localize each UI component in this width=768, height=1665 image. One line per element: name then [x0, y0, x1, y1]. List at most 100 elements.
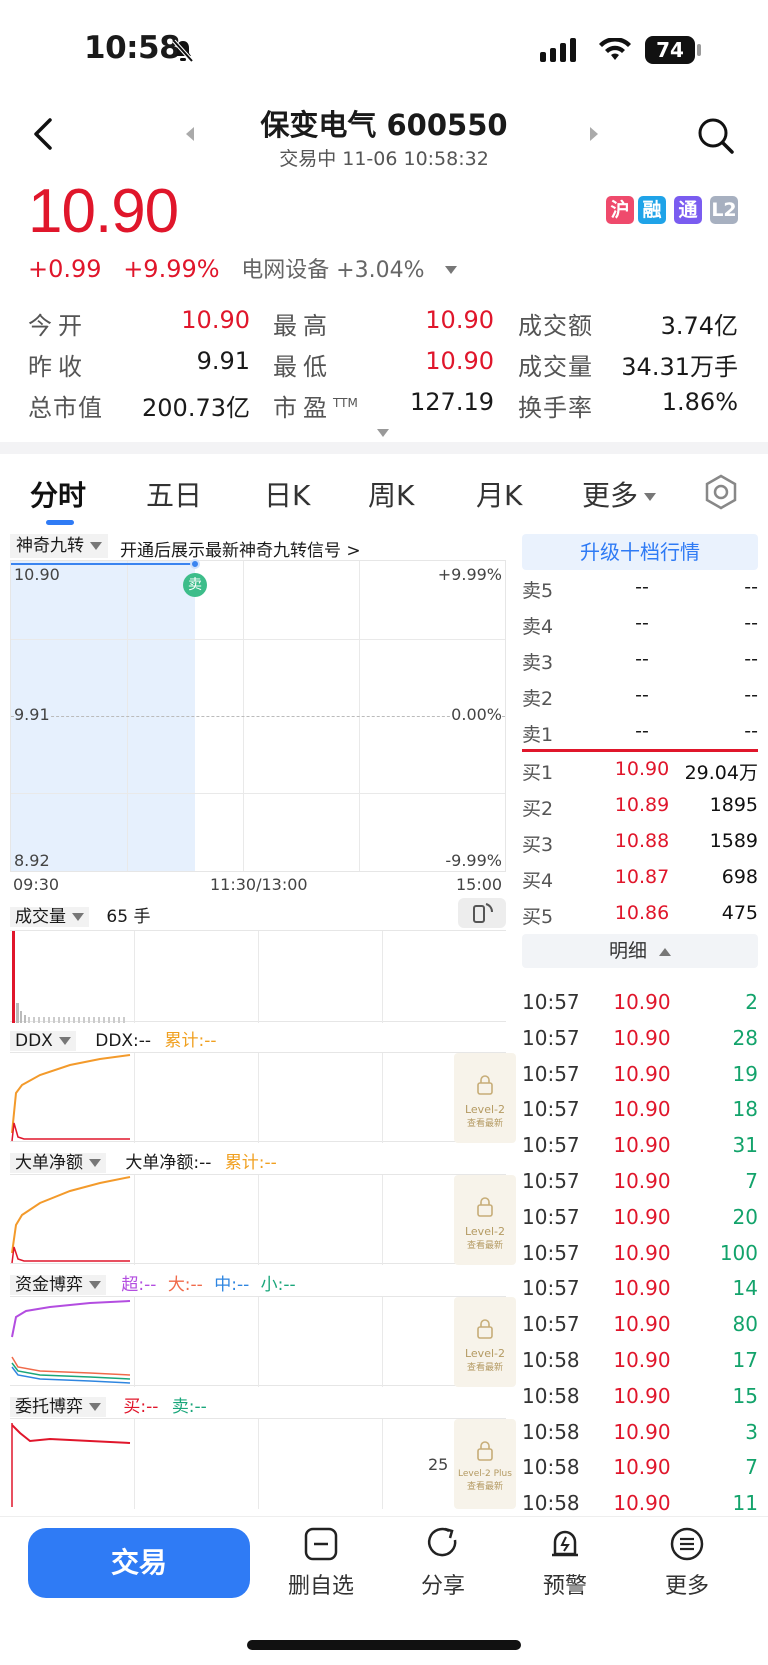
stat-label: 昨收	[28, 353, 88, 381]
tick-time: 10:57	[522, 1025, 580, 1050]
sell-marker[interactable]: 卖	[183, 573, 207, 597]
volume-bar	[20, 1011, 22, 1023]
lock-icon	[477, 1441, 493, 1461]
volume-value: 65 手	[106, 907, 151, 927]
indicator-hint[interactable]: 开通后展示最新神奇九转信号 >	[120, 536, 361, 561]
ask-row[interactable]: 卖3 -- --	[522, 642, 758, 678]
ask-row[interactable]: 卖5 -- --	[522, 570, 758, 606]
remove-watchlist-button[interactable]: 删自选	[276, 1526, 366, 1600]
stat-value: 10.90	[181, 306, 250, 334]
lock-title: Level-2	[464, 1225, 505, 1238]
ask-row[interactable]: 卖4 -- --	[522, 606, 758, 642]
pct-bottom-label: -9.99%	[445, 851, 502, 870]
upgrade-button[interactable]: 升级十档行情	[522, 534, 758, 570]
level2-lock[interactable]: Level-2 查看最新	[454, 1175, 516, 1265]
bid-row[interactable]: 买5 10.86 475	[522, 896, 758, 932]
price-chart[interactable]: 卖 10.90 +9.99% 9.91 0.00% 8.92 -9.99%	[10, 559, 506, 872]
tick-time: 10:57	[522, 990, 580, 1014]
share-button[interactable]: 分享	[398, 1526, 488, 1600]
stat-value: 10.90	[425, 347, 494, 375]
share-icon	[427, 1527, 457, 1557]
fund-select[interactable]: 资金博弈	[10, 1275, 106, 1295]
rotate-chart-button[interactable]	[458, 898, 506, 928]
bid-row[interactable]: 买4 10.87 698	[522, 860, 758, 896]
tab-1[interactable]: 五日	[146, 474, 202, 514]
tick-time: 10:57	[522, 1061, 580, 1086]
search-icon[interactable]	[696, 116, 736, 156]
fund-small: 小:--	[260, 1275, 296, 1295]
volume-bar	[16, 1003, 19, 1023]
stat-label: 市盈TTM	[273, 394, 358, 422]
bignet-chart[interactable]: Level-2 查看最新	[10, 1174, 516, 1265]
tick-vol: 17	[732, 1348, 758, 1372]
tick-vol: 11	[732, 1491, 758, 1516]
stat-label: 今开	[28, 312, 88, 340]
indicator-select[interactable]: 神奇九转	[10, 534, 108, 558]
trade-button[interactable]: 交易	[28, 1528, 250, 1598]
level2-lock[interactable]: Level-2 查看最新	[454, 1053, 516, 1143]
fund-mid: 中:--	[214, 1275, 250, 1295]
stat-value: 200.73亿	[142, 394, 250, 422]
volume-select[interactable]: 成交量	[10, 907, 89, 927]
pct-top-label: +9.99%	[437, 565, 502, 584]
order-chart[interactable]: 25 Level-2 Plus 查看最新	[10, 1418, 516, 1510]
tab-0[interactable]: 分时	[30, 474, 86, 514]
bid-row[interactable]: 买1 10.90 29.04万	[522, 752, 758, 788]
alert-icon	[552, 1530, 578, 1557]
rotate-icon	[473, 903, 493, 923]
market-badge: L2	[710, 196, 738, 224]
price-change-pct: +9.99%	[123, 255, 220, 283]
tick-row: 10:57 10.90 14	[522, 1271, 758, 1307]
detail-toggle[interactable]: 明细	[522, 934, 758, 968]
tick-vol: 18	[732, 1097, 758, 1122]
book-vol: 29.04万	[684, 762, 758, 784]
pct-mid-label: 0.00%	[451, 705, 502, 724]
y-mid-label: 9.91	[14, 705, 50, 724]
sector-change[interactable]: 电网设备 +3.04%	[241, 258, 424, 283]
tick-row: 10:57 10.90 2	[522, 985, 758, 1021]
x-end-label: 15:00	[456, 875, 503, 894]
level2plus-lock[interactable]: Level-2 Plus 查看最新	[454, 1419, 516, 1509]
market-badge: 沪	[606, 196, 634, 224]
tab-3[interactable]: 周K	[368, 474, 414, 514]
bid-row[interactable]: 买2 10.89 1895	[522, 788, 758, 824]
bignet-select[interactable]: 大单净额	[10, 1153, 106, 1173]
tick-time: 10:57	[522, 1204, 580, 1229]
bignet-header: 大单净额 大单净额:-- 累计:--	[10, 1148, 277, 1173]
tab-2[interactable]: 日K	[264, 474, 310, 514]
price-dot	[190, 559, 200, 569]
book-price: --	[635, 612, 649, 634]
ddx-cumulative: 累计:--	[164, 1031, 217, 1051]
bignet-line	[11, 1176, 131, 1264]
lock-sub: 查看最新	[466, 1119, 503, 1129]
ddx-select[interactable]: DDX	[10, 1031, 76, 1051]
level2-lock[interactable]: Level-2 查看最新	[454, 1297, 516, 1387]
volume-chart[interactable]	[10, 930, 506, 1023]
settings-icon[interactable]	[704, 474, 738, 510]
expand-stats-icon[interactable]	[376, 428, 390, 438]
tab-5[interactable]: 更多	[582, 474, 657, 514]
next-stock-icon[interactable]	[588, 126, 600, 142]
ask-row[interactable]: 卖1 -- --	[522, 714, 758, 750]
wifi-icon	[599, 38, 631, 60]
stat-label: 成交量	[518, 353, 593, 381]
sector-dropdown-icon[interactable]	[444, 266, 457, 274]
fund-chart[interactable]: Level-2 查看最新	[10, 1296, 516, 1387]
bid-row[interactable]: 买3 10.88 1589	[522, 824, 758, 860]
ddx-chart[interactable]: Level-2 查看最新	[10, 1052, 516, 1143]
volume-header: 成交量 65 手	[10, 902, 150, 927]
more-button[interactable]: 更多	[642, 1526, 732, 1600]
tick-row: 10:57 10.90 100	[522, 1236, 758, 1272]
tick-vol: 7	[745, 1455, 758, 1480]
tick-price: 10.90	[613, 990, 671, 1014]
tick-price: 10.90	[613, 1097, 671, 1122]
tab-4[interactable]: 月K	[476, 474, 522, 514]
alert-button[interactable]: 预警	[520, 1526, 610, 1600]
tick-time: 10:58	[522, 1348, 580, 1372]
tick-vol: 14	[732, 1276, 758, 1301]
nav-label: 预警	[542, 1574, 587, 1599]
nav-label: 删自选	[287, 1574, 354, 1599]
ask-row[interactable]: 卖2 -- --	[522, 678, 758, 714]
mute-bell-icon	[172, 39, 194, 63]
order-select[interactable]: 委托博弈	[10, 1397, 106, 1417]
